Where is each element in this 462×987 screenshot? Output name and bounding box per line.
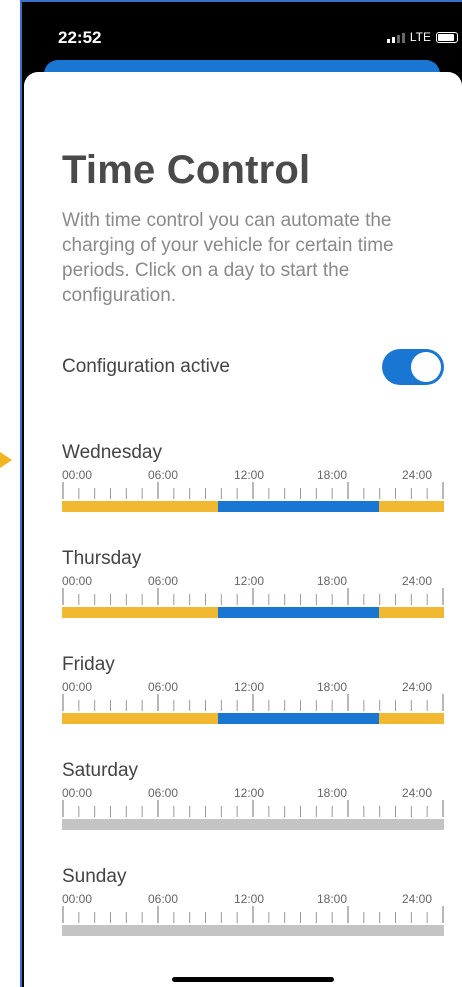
config-active-label: Configuration active xyxy=(62,356,230,377)
schedule-segment-gray xyxy=(62,925,444,936)
schedule-segment-yellow xyxy=(62,607,218,618)
timeline-ruler xyxy=(62,588,444,605)
schedule-segment-yellow xyxy=(62,501,218,512)
schedule-bar[interactable] xyxy=(62,501,444,512)
schedule-segment-yellow xyxy=(378,501,444,512)
schedule-bar[interactable] xyxy=(62,607,444,618)
schedule-segment-blue xyxy=(217,607,379,618)
schedule-segment-blue xyxy=(217,713,379,724)
timeline-ruler xyxy=(62,694,444,711)
home-indicator[interactable] xyxy=(172,977,334,982)
battery-icon xyxy=(436,31,458,43)
page-description: With time control you can automate the c… xyxy=(62,210,394,306)
status-bar: 22:52 LTE xyxy=(22,2,462,62)
signal-icon xyxy=(386,32,405,43)
time-control-sheet: Time Control With time control you can a… xyxy=(24,72,462,987)
schedule-bar[interactable] xyxy=(62,819,444,830)
phone-screen: 22:52 LTE Time Control With time control… xyxy=(22,2,462,987)
config-active-toggle[interactable] xyxy=(382,349,444,385)
day-row-sunday[interactable]: Sunday 00:00 06:00 12:00 18:00 24:00 xyxy=(62,866,446,946)
day-row-friday[interactable]: Friday 00:00 06:00 12:00 18:00 24:00 xyxy=(62,654,446,734)
day-name: Saturday xyxy=(62,760,139,781)
timeline-ruler xyxy=(62,482,444,499)
toggle-knob xyxy=(411,352,441,382)
timeline-ruler xyxy=(62,906,444,923)
schedule-bar[interactable] xyxy=(62,925,444,936)
schedule-segment-yellow xyxy=(378,607,444,618)
schedule-segment-yellow xyxy=(62,713,218,724)
schedule-segment-gray xyxy=(62,819,444,830)
day-row-wednesday[interactable]: Wednesday 00:00 06:00 12:00 18:00 24:00 xyxy=(62,442,446,522)
day-row-saturday[interactable]: Saturday 00:00 06:00 12:00 18:00 24:00 xyxy=(62,760,446,840)
schedule-segment-blue xyxy=(217,501,379,512)
day-name: Wednesday xyxy=(62,442,162,463)
timeline-ruler xyxy=(62,800,444,817)
network-label: LTE xyxy=(409,30,431,44)
day-name: Sunday xyxy=(62,866,127,887)
status-time: 22:52 xyxy=(58,28,102,47)
day-name: Friday xyxy=(62,654,115,675)
pointer-arrow-icon xyxy=(0,452,12,468)
day-name: Thursday xyxy=(62,548,142,569)
schedule-bar[interactable] xyxy=(62,713,444,724)
page-title: Time Control xyxy=(62,148,311,192)
schedule-segment-yellow xyxy=(378,713,444,724)
status-indicators: LTE xyxy=(386,30,458,44)
day-row-thursday[interactable]: Thursday 00:00 06:00 12:00 18:00 24:00 xyxy=(62,548,446,628)
